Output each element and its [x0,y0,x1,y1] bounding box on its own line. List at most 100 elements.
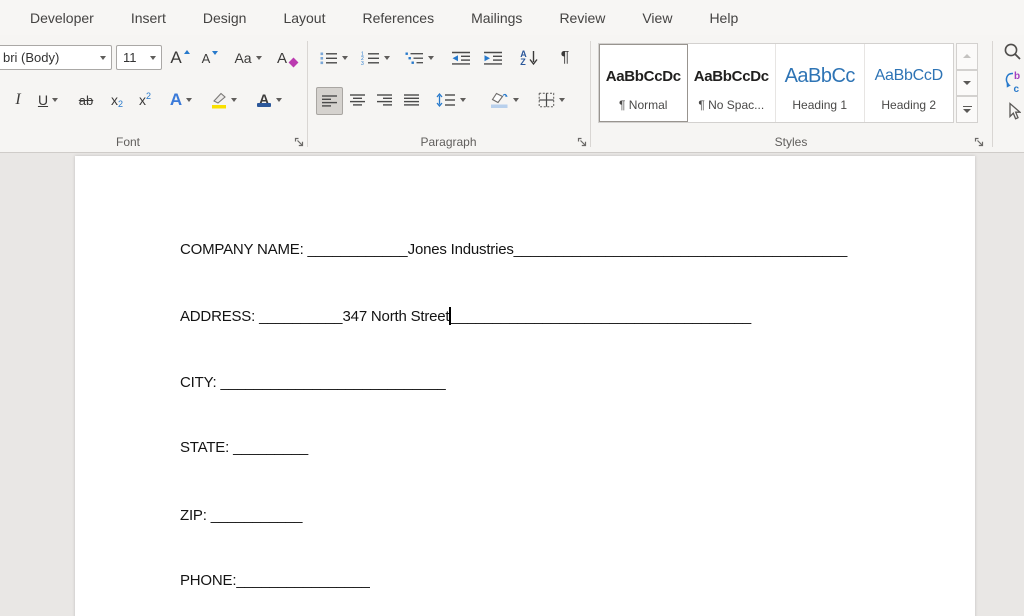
group-divider [307,41,308,147]
shading-button[interactable] [483,87,525,113]
svg-text:c: c [1013,84,1019,94]
paragraph-dialog-launcher[interactable] [576,136,589,149]
font-color-swatch [257,103,271,107]
word-window: Developer Insert Design Layout Reference… [0,0,1024,616]
blank-line: ________________ [236,572,369,589]
superscript-icon: x [139,92,146,108]
more-styles-icon [963,106,972,108]
font-name-combobox[interactable]: bri (Body) [0,45,112,70]
field-label-address: ADDRESS: [180,308,255,325]
style-preview: AaBbCcDc [694,54,769,98]
group-divider [590,41,591,147]
tab-layout[interactable]: Layout [283,10,325,26]
tab-design[interactable]: Design [203,10,247,26]
chevron-down-icon [100,56,106,60]
decrease-indent-button[interactable] [447,45,475,71]
font-color-button[interactable]: A [250,87,288,113]
justify-button[interactable] [399,87,424,113]
document-page[interactable]: COMPANY NAME:____________Jones Industrie… [75,156,975,616]
tab-insert[interactable]: Insert [131,10,166,26]
tab-developer[interactable]: Developer [30,10,94,26]
increase-indent-icon [483,51,503,65]
align-center-button[interactable] [345,87,370,113]
select-button[interactable] [1002,99,1024,123]
replace-button[interactable]: b c [1000,68,1024,94]
tab-help[interactable]: Help [709,10,738,26]
style-normal[interactable]: AaBbCcDc ¶ Normal [599,44,688,122]
doc-line-company-name[interactable]: COMPANY NAME:____________Jones Industrie… [180,241,847,258]
numbering-icon: 1 2 3 [361,51,380,65]
style-no-spacing[interactable]: AaBbCcDc ¶ No Spac... [688,44,777,122]
increase-indent-button[interactable] [479,45,507,71]
tab-mailings[interactable]: Mailings [471,10,522,26]
style-label: Heading 2 [881,98,936,112]
grow-font-icon: A [170,48,181,68]
gallery-scroll-up-button[interactable] [956,43,978,70]
multilevel-list-icon [405,51,424,65]
sort-button[interactable]: AZ [514,45,544,71]
tab-view[interactable]: View [642,10,672,26]
chevron-up-icon [963,54,971,58]
styles-group-label: Styles [590,135,992,151]
italic-button[interactable]: I [8,87,28,113]
show-hide-pilcrow-button[interactable]: ¶ [551,45,579,71]
tab-references[interactable]: References [362,10,434,26]
caret-up-icon [184,50,190,54]
numbering-button[interactable]: 1 2 3 [356,45,394,71]
bullets-button[interactable] [316,45,352,71]
strikethrough-button[interactable]: ab [72,87,100,113]
doc-line-phone[interactable]: PHONE:________________ [180,572,370,589]
group-divider [992,41,993,147]
line-spacing-button[interactable] [431,87,471,113]
text-highlight-button[interactable] [204,87,244,113]
decrease-indent-icon [451,51,471,65]
chevron-down-icon [150,56,156,60]
doc-line-state[interactable]: STATE:_________ [180,439,308,456]
gallery-more-button[interactable] [956,96,978,123]
borders-button[interactable] [530,87,572,113]
shrink-font-button[interactable]: A [197,45,223,71]
style-heading-2[interactable]: AaBbCcD Heading 2 [865,44,954,122]
tab-review[interactable]: Review [559,10,605,26]
align-left-button[interactable] [316,87,343,115]
chevron-down-icon [513,98,519,102]
doc-line-address[interactable]: ADDRESS:__________347 North Street______… [180,307,751,325]
chevron-down-icon [231,98,237,102]
subscript-button[interactable]: x 2 [104,87,130,113]
change-case-button[interactable]: Aa [228,45,268,71]
font-size-combobox[interactable]: 11 [116,45,162,70]
chevron-down-icon [186,98,192,102]
doc-line-zip[interactable]: ZIP:___________ [180,507,302,524]
find-button[interactable] [1000,39,1024,63]
doc-line-city[interactable]: CITY:___________________________ [180,374,446,391]
chevron-down-icon [276,98,282,102]
field-label-company-name: COMPANY NAME: [180,241,304,258]
shrink-font-icon: A [202,51,211,66]
align-right-button[interactable] [372,87,397,113]
font-group-label: Font [0,135,256,151]
chevron-down-icon [256,56,262,60]
font-color-icon: A [256,91,272,110]
underline-icon: U [38,92,48,108]
text-effects-button[interactable]: A [163,87,199,113]
superscript-mark: 2 [146,91,151,101]
styles-dialog-launcher[interactable] [973,136,986,149]
style-label: ¶ Normal [619,98,667,112]
font-dialog-launcher[interactable] [293,136,306,149]
borders-icon [538,92,555,108]
clear-formatting-button[interactable]: A [272,45,302,71]
style-heading-1[interactable]: AaBbCc Heading 1 [776,44,865,122]
field-value-address: 347 North Street [343,308,450,325]
multilevel-list-button[interactable] [399,45,439,71]
field-label-state: STATE: [180,439,229,456]
caret-down-icon [212,51,218,55]
superscript-button[interactable]: x 2 [132,87,158,113]
document-canvas: COMPANY NAME:____________Jones Industrie… [0,153,1024,616]
underline-button[interactable]: U [30,87,66,113]
italic-icon: I [15,91,20,109]
styles-gallery-scroll [956,43,978,123]
grow-font-button[interactable]: A [166,45,194,71]
paragraph-group-label: Paragraph [307,135,590,151]
shading-bucket-icon [490,92,509,109]
gallery-scroll-down-button[interactable] [956,70,978,97]
